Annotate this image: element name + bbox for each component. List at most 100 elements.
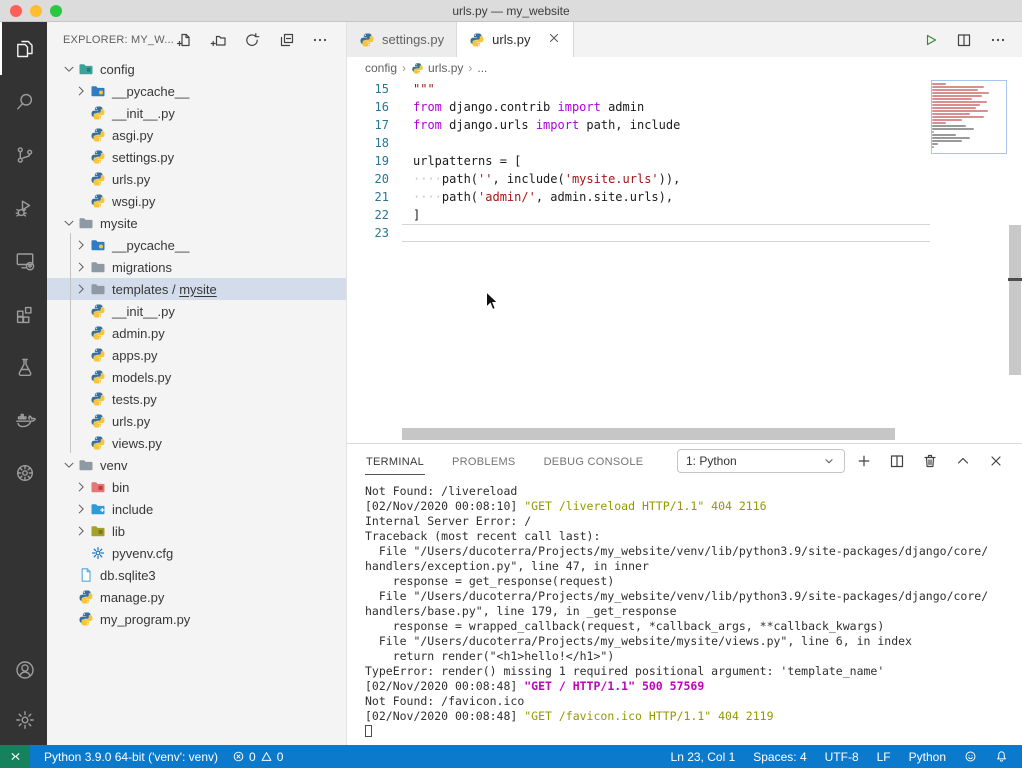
traffic-light-close[interactable]: [10, 5, 22, 17]
collapse-all-icon[interactable]: [278, 32, 294, 48]
code-line-23: 23: [347, 224, 930, 242]
activity-settings[interactable]: [0, 695, 47, 745]
traffic-lights: [10, 5, 62, 17]
tree-item-db.sqlite3[interactable]: db.sqlite3: [47, 564, 346, 586]
tree-item-settings.py[interactable]: settings.py: [47, 146, 346, 168]
activity-testing[interactable]: [0, 340, 47, 393]
tree-item-views.py[interactable]: views.py: [47, 432, 346, 454]
split-panel-icon[interactable]: [889, 453, 905, 469]
tree-item-tests.py[interactable]: tests.py: [47, 388, 346, 410]
chevron-up-icon[interactable]: [955, 453, 971, 469]
trash-icon[interactable]: [922, 453, 938, 469]
activity-account[interactable]: [0, 645, 47, 695]
bell-icon[interactable]: [995, 750, 1008, 763]
status-utf-8[interactable]: UTF-8: [825, 750, 859, 764]
activity-extensions[interactable]: [0, 287, 47, 340]
more-icon[interactable]: [312, 32, 328, 48]
activity-run-debug[interactable]: [0, 181, 47, 234]
breadcrumb: config›urls.py›...: [347, 57, 1022, 79]
tab-urls-py[interactable]: urls.py: [457, 22, 574, 57]
run-button[interactable]: [922, 32, 938, 48]
plus-icon[interactable]: [856, 453, 872, 469]
python-icon: [90, 369, 106, 385]
tree-item-urls.py[interactable]: urls.py: [47, 410, 346, 432]
tab-settings-py[interactable]: settings.py: [347, 22, 457, 57]
activity-search[interactable]: [0, 75, 47, 128]
terminal-line: File "/Users/ducoterra/Projects/my_websi…: [365, 544, 1022, 559]
status-lf[interactable]: LF: [877, 750, 891, 764]
tree-item-pycache[interactable]: __pycache__: [47, 234, 346, 256]
tree-item-my-program.py[interactable]: my_program.py: [47, 608, 346, 630]
new-folder-icon[interactable]: [210, 32, 226, 48]
breadcrumb--[interactable]: ...: [477, 61, 487, 75]
activity-docker[interactable]: [0, 393, 47, 446]
tree-item-pycache[interactable]: __pycache__: [47, 80, 346, 102]
tree-item-admin.py[interactable]: admin.py: [47, 322, 346, 344]
tree-item-asgi.py[interactable]: asgi.py: [47, 124, 346, 146]
activity-bar: [0, 22, 47, 745]
status-spaces-4[interactable]: Spaces: 4: [753, 750, 806, 764]
activity-source-control[interactable]: [0, 128, 47, 181]
chevron-down-icon: [61, 457, 76, 473]
tree-item-manage.py[interactable]: manage.py: [47, 586, 346, 608]
vertical-scrollbar[interactable]: [1008, 79, 1022, 443]
status-python[interactable]: Python: [909, 750, 946, 764]
tree-item-init-.py[interactable]: __init__.py: [47, 102, 346, 124]
tree-item-include[interactable]: include: [47, 498, 346, 520]
python-interpreter[interactable]: Python 3.9.0 64-bit ('venv': venv): [44, 750, 218, 764]
folder-icon: [90, 281, 106, 297]
terminal-output[interactable]: Not Found: /livereload[02/Nov/2020 00:08…: [347, 478, 1022, 739]
split-editor-icon[interactable]: [956, 32, 972, 48]
folder-py-icon: [90, 237, 106, 253]
remote-indicator[interactable]: [0, 745, 30, 768]
breadcrumb-config[interactable]: config: [365, 61, 397, 75]
horizontal-scrollbar[interactable]: [402, 428, 930, 440]
breadcrumb-urls-py[interactable]: urls.py: [411, 61, 463, 75]
chevron-right-icon: [73, 237, 88, 253]
panel-tab-terminal[interactable]: TERMINAL: [365, 448, 425, 475]
close-tab-icon[interactable]: [547, 31, 561, 48]
traffic-light-minimize[interactable]: [30, 5, 42, 17]
code-line-15: 15 """: [347, 80, 930, 98]
horizontal-scrollbar-thumb[interactable]: [402, 428, 895, 440]
tree-item-init-.py[interactable]: __init__.py: [47, 300, 346, 322]
panel-tab-debug-console[interactable]: DEBUG CONSOLE: [543, 448, 645, 474]
panel-tab-problems[interactable]: PROBLEMS: [451, 448, 517, 474]
feedback-icon[interactable]: [964, 750, 977, 763]
tree-item-urls.py[interactable]: urls.py: [47, 168, 346, 190]
chevron-right-icon: [73, 281, 88, 297]
activity-kubernetes[interactable]: [0, 446, 47, 499]
problems-summary[interactable]: 00: [232, 750, 283, 764]
tree-item-venv[interactable]: venv: [47, 454, 346, 476]
traffic-light-zoom[interactable]: [50, 5, 62, 17]
status-ln-23-col-1[interactable]: Ln 23, Col 1: [671, 750, 736, 764]
code-line-17: 17 from django.urls import path, include: [347, 116, 930, 134]
tree-item-migrations[interactable]: migrations: [47, 256, 346, 278]
tree-item-pyvenv.cfg[interactable]: pyvenv.cfg: [47, 542, 346, 564]
tree-item-config[interactable]: config: [47, 58, 346, 80]
tree-item-wsgi.py[interactable]: wsgi.py: [47, 190, 346, 212]
terminal-line: Traceback (most recent call last):: [365, 529, 1022, 544]
tree-item-lib[interactable]: lib: [47, 520, 346, 542]
refresh-icon[interactable]: [244, 32, 260, 48]
more-icon[interactable]: [990, 32, 1006, 48]
chevron-right-icon: [73, 479, 88, 495]
tree-item-templates-mysite[interactable]: templates / mysite: [47, 278, 346, 300]
tree-item-bin[interactable]: bin: [47, 476, 346, 498]
vertical-scrollbar-thumb[interactable]: [1009, 225, 1021, 375]
tree-item-mysite[interactable]: mysite: [47, 212, 346, 234]
code-area[interactable]: 15 """ 16 from django.contrib import adm…: [347, 80, 930, 242]
minimap-slider[interactable]: [931, 80, 1007, 154]
code-line-18: 18: [347, 134, 930, 152]
new-file-icon[interactable]: [176, 32, 192, 48]
code-editor[interactable]: 15 """ 16 from django.contrib import adm…: [347, 79, 1022, 443]
explorer-header: EXPLORER: MY_W...: [47, 22, 346, 57]
file-db-icon: [78, 567, 94, 583]
folder-bin-icon: [90, 479, 106, 495]
activity-remote-explorer[interactable]: [0, 234, 47, 287]
tree-item-apps.py[interactable]: apps.py: [47, 344, 346, 366]
close-icon[interactable]: [988, 453, 1004, 469]
tree-item-models.py[interactable]: models.py: [47, 366, 346, 388]
terminal-instance-select[interactable]: 1: Python: [677, 449, 845, 473]
activity-explorer[interactable]: [0, 22, 47, 75]
